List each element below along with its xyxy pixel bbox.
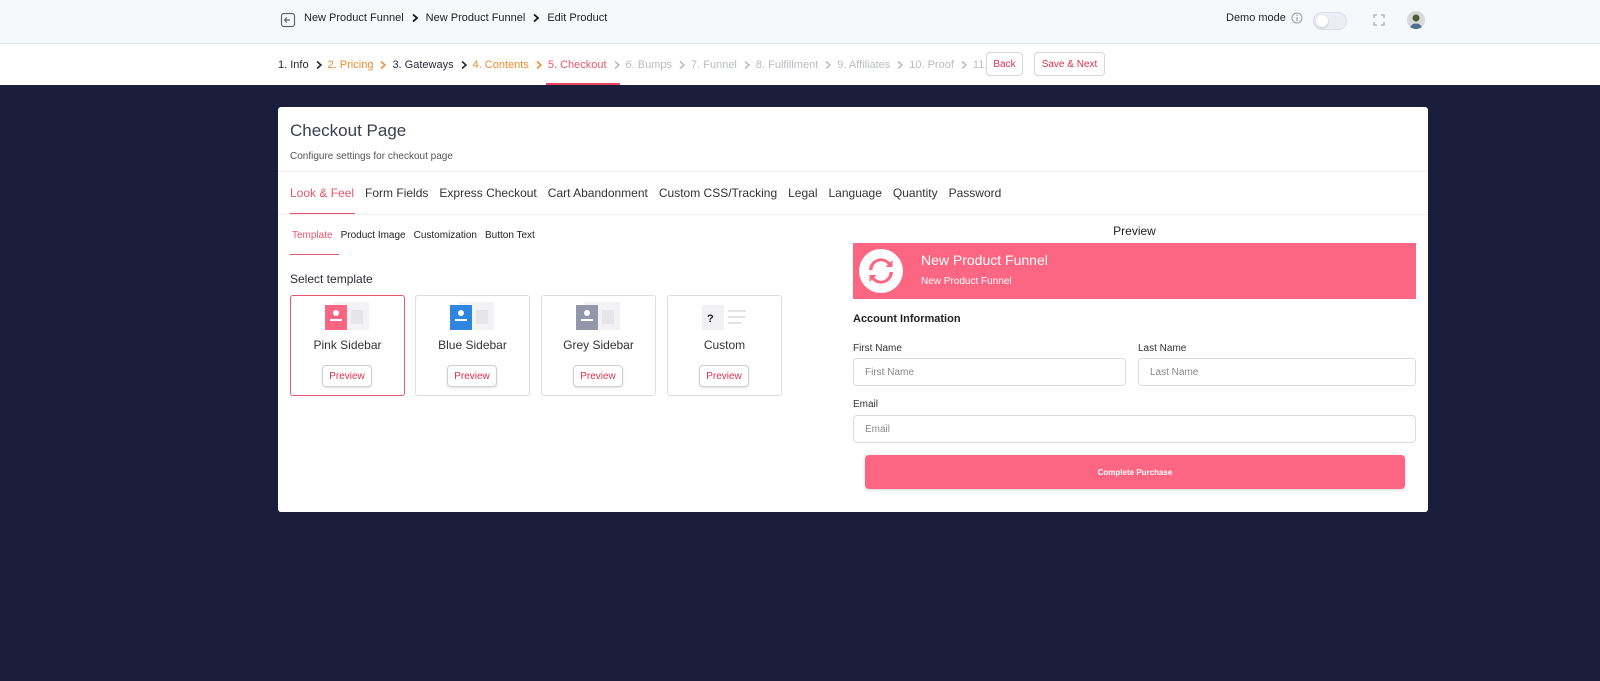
chevron-right-icon — [380, 60, 387, 69]
subtab-template[interactable]: Template — [290, 215, 339, 255]
blue-sidebar-template-icon — [450, 302, 494, 330]
save-next-button[interactable]: Save & Next — [1034, 52, 1105, 76]
checkout-settings-card: Checkout Page Configure settings for che… — [278, 107, 1428, 512]
top-bar: New Product Funnel New Product Funnel Ed… — [0, 0, 1600, 44]
template-name: Custom — [703, 338, 746, 352]
breadcrumb-item-current: Edit Product — [547, 12, 608, 24]
back-button[interactable]: Back — [986, 52, 1023, 76]
exit-icon[interactable] — [280, 12, 296, 28]
template-card-custom[interactable]: ? Custom Preview — [667, 295, 782, 396]
tab-quantity[interactable]: Quantity — [893, 172, 938, 214]
preview-banner: New Product Funnel New Product Funnel — [853, 243, 1416, 299]
breadcrumb: New Product Funnel New Product Funnel Ed… — [304, 12, 607, 24]
chevron-right-icon — [412, 13, 419, 23]
last-name-input[interactable] — [1138, 358, 1416, 386]
tab-language[interactable]: Language — [829, 172, 882, 214]
avatar[interactable] — [1407, 11, 1425, 29]
chevron-right-icon — [536, 60, 542, 69]
step-affiliates[interactable]: 9. Affiliates — [837, 44, 909, 85]
chevron-right-icon — [461, 60, 467, 69]
step-proof[interactable]: 10. Proof — [909, 44, 973, 85]
wizard-steps: 1. Info 2. Pricing 3. Gateways 4. Conten… — [278, 44, 1020, 85]
tab-password[interactable]: Password — [949, 172, 1002, 214]
template-preview-button[interactable]: Preview — [573, 365, 623, 387]
breadcrumb-item-funnel[interactable]: New Product Funnel — [304, 12, 404, 24]
demo-mode-toggle[interactable] — [1313, 12, 1347, 30]
preview-banner-subtitle: New Product Funnel — [921, 276, 1012, 287]
settings-tabs: Look & Feel Form Fields Express Checkout… — [290, 172, 1012, 214]
email-input[interactable] — [853, 415, 1416, 443]
demo-mode: Demo mode — [1226, 12, 1303, 24]
grey-sidebar-template-icon — [576, 302, 620, 330]
chevron-right-icon — [961, 60, 968, 69]
info-icon[interactable] — [1291, 12, 1303, 24]
chevron-right-icon — [614, 60, 620, 69]
template-name: Pink Sidebar — [313, 338, 382, 352]
select-template-label: Select template — [290, 272, 373, 286]
chevron-right-icon — [533, 13, 540, 23]
step-contents[interactable]: 4. Contents — [473, 44, 548, 85]
step-checkout[interactable]: 5. Checkout — [545, 44, 626, 85]
user-avatar-icon — [1407, 11, 1425, 29]
toggle-knob — [1316, 15, 1328, 27]
step-funnel[interactable]: 7. Funnel — [691, 44, 756, 85]
pink-sidebar-template-icon — [325, 302, 369, 330]
tab-custom-css-tracking[interactable]: Custom CSS/Tracking — [659, 172, 777, 214]
last-name-label: Last Name — [1138, 343, 1187, 354]
step-bar: 1. Info 2. Pricing 3. Gateways 4. Conten… — [0, 44, 1600, 85]
preview-banner-title: New Product Funnel — [921, 252, 1048, 268]
step-bumps[interactable]: 6. Bumps — [626, 44, 691, 85]
tab-look-and-feel[interactable]: Look & Feel — [290, 172, 356, 214]
template-name: Blue Sidebar — [438, 338, 507, 352]
tab-express-checkout[interactable]: Express Checkout — [439, 172, 536, 214]
fullscreen-icon[interactable] — [1372, 13, 1386, 27]
chevron-right-icon — [744, 60, 751, 69]
step-fulfillment[interactable]: 8. Fulfillment — [756, 44, 837, 85]
subtab-product-image[interactable]: Product Image — [341, 215, 406, 255]
first-name-input[interactable] — [853, 358, 1126, 386]
tab-legal[interactable]: Legal — [788, 172, 817, 214]
tab-cart-abandonment[interactable]: Cart Abandonment — [548, 172, 648, 214]
chevron-right-icon — [316, 60, 322, 69]
template-preview-button[interactable]: Preview — [699, 365, 749, 387]
step-info[interactable]: 1. Info — [278, 44, 328, 85]
step-gateways[interactable]: 3. Gateways — [392, 44, 472, 85]
look-feel-subtabs: Template Product Image Customization But… — [290, 215, 543, 255]
chevron-right-icon — [679, 60, 686, 69]
template-preview-button[interactable]: Preview — [322, 365, 372, 387]
page-subtitle: Configure settings for checkout page — [290, 151, 453, 162]
step-pricing[interactable]: 2. Pricing — [328, 44, 393, 85]
template-name: Grey Sidebar — [563, 338, 634, 352]
template-card-blue-sidebar[interactable]: Blue Sidebar Preview — [415, 295, 530, 396]
account-information-heading: Account Information — [853, 313, 961, 325]
chevron-right-icon — [825, 60, 832, 69]
tab-form-fields[interactable]: Form Fields — [365, 172, 428, 214]
question-mark-glyph: ? — [707, 313, 714, 325]
first-name-label: First Name — [853, 343, 902, 354]
breadcrumb-item-product[interactable]: New Product Funnel — [426, 12, 526, 24]
template-preview-button[interactable]: Preview — [447, 365, 497, 387]
email-label: Email — [853, 399, 879, 410]
demo-mode-label: Demo mode — [1226, 12, 1286, 24]
template-card-pink-sidebar[interactable]: Pink Sidebar Preview — [290, 295, 405, 396]
subtab-customization[interactable]: Customization — [414, 215, 477, 255]
template-card-grey-sidebar[interactable]: Grey Sidebar Preview — [541, 295, 656, 396]
subtab-button-text[interactable]: Button Text — [485, 215, 535, 255]
preview-label: Preview — [1113, 224, 1156, 238]
chevron-right-icon — [897, 60, 904, 69]
brand-logo-icon — [859, 249, 903, 293]
complete-purchase-button[interactable]: Complete Purchase — [865, 455, 1405, 489]
page-title: Checkout Page — [290, 121, 407, 140]
